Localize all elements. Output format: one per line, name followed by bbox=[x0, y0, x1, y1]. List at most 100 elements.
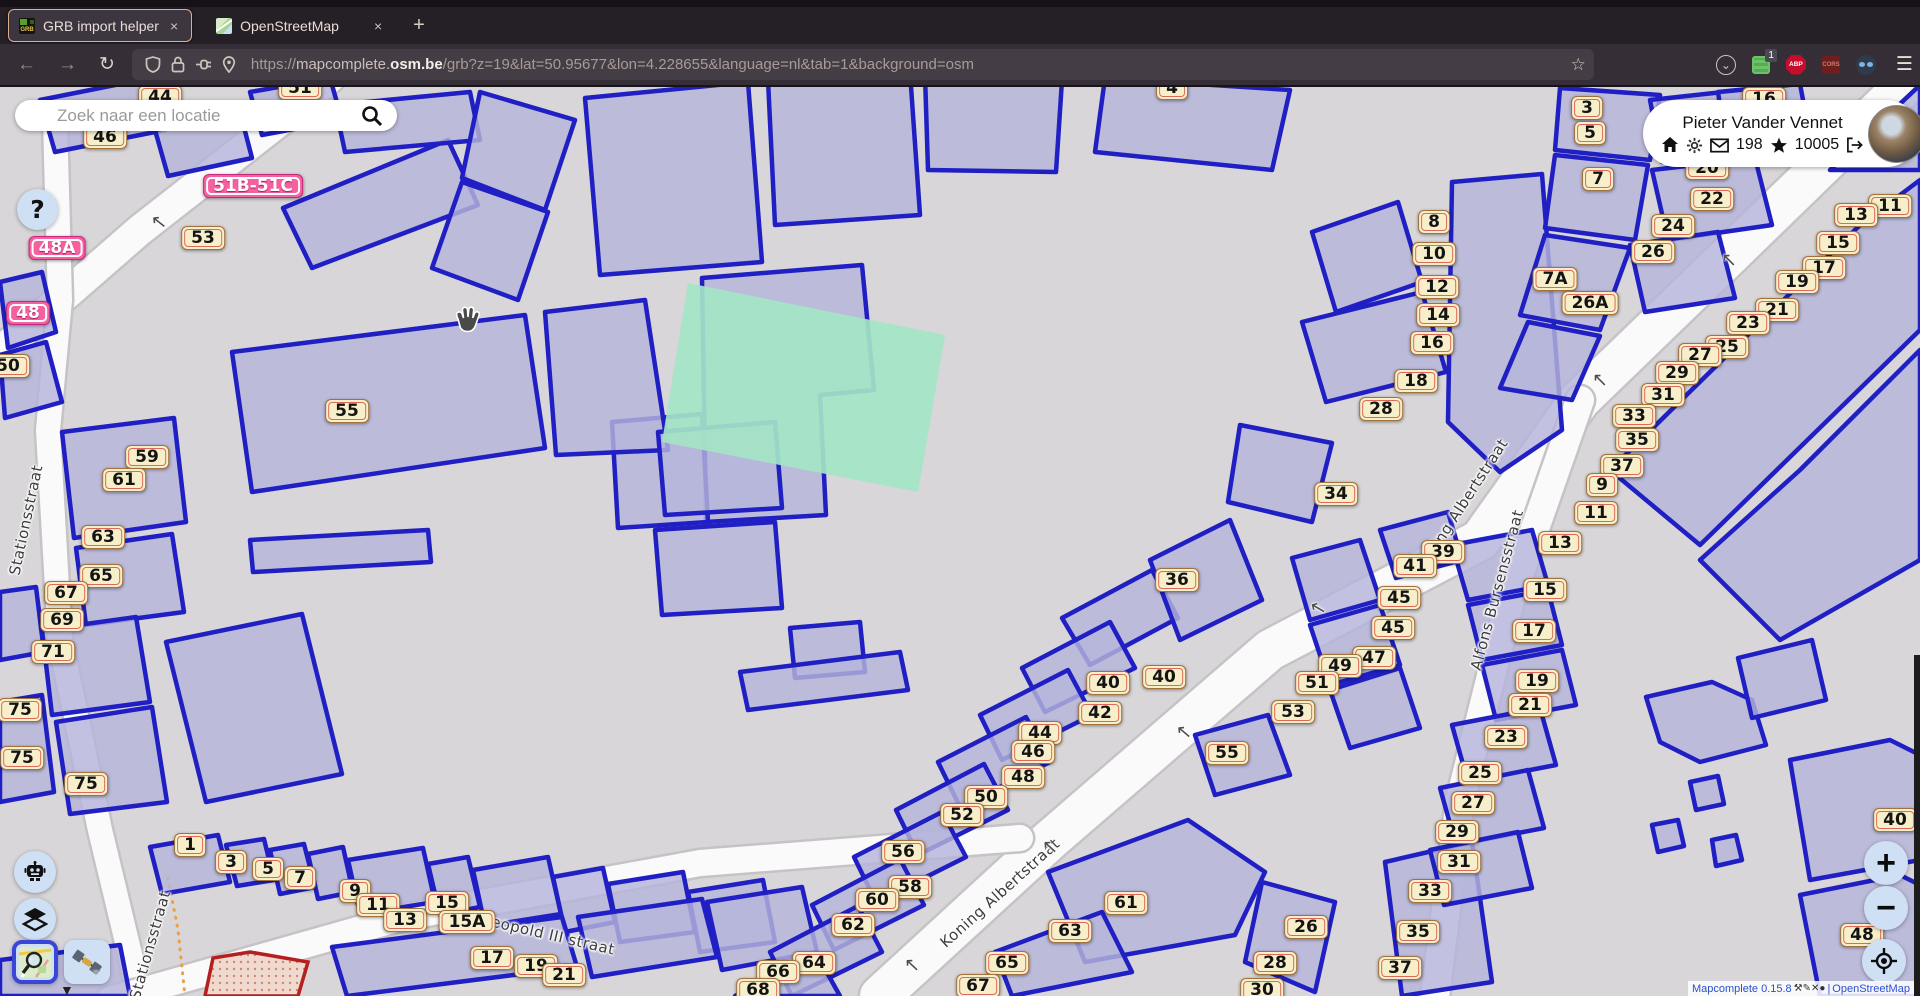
housenumber-badge[interactable]: 17 bbox=[1512, 619, 1556, 643]
housenumber-badge[interactable]: 21 bbox=[1508, 693, 1552, 717]
attribution-app-link[interactable]: Mapcomplete 0.15.8 bbox=[1692, 983, 1792, 995]
osm-carto-style-button[interactable] bbox=[12, 940, 58, 984]
housenumber-badge[interactable]: 35 bbox=[1396, 920, 1440, 944]
map-canvas[interactable]: Koning AlbertstraatKoning AlbertstraatAl… bbox=[0, 0, 1920, 996]
housenumber-badge[interactable]: 34 bbox=[1314, 482, 1358, 506]
housenumber-badge[interactable]: 24 bbox=[1651, 214, 1695, 238]
building-outline[interactable] bbox=[56, 707, 167, 814]
housenumber-badge[interactable]: 59 bbox=[125, 445, 169, 469]
housenumber-badge[interactable]: 26A bbox=[1562, 291, 1619, 315]
building-outline[interactable] bbox=[1228, 425, 1332, 522]
padlock-icon[interactable] bbox=[171, 56, 185, 73]
housenumber-badge[interactable]: 48A bbox=[29, 236, 86, 260]
building-outline[interactable] bbox=[768, 72, 920, 225]
housenumber-badge[interactable]: 3 bbox=[215, 850, 247, 874]
tab-close-icon[interactable]: × bbox=[371, 18, 385, 34]
building-outline[interactable] bbox=[925, 75, 1062, 172]
attribution-icons[interactable]: ⚒✎✕● bbox=[1794, 983, 1826, 994]
attribution-osm-link[interactable]: OpenStreetMap bbox=[1832, 983, 1910, 995]
housenumber-badge[interactable]: 67 bbox=[956, 974, 1000, 996]
building-outline[interactable] bbox=[250, 530, 431, 572]
housenumber-badge[interactable]: 53 bbox=[1271, 700, 1315, 724]
housenumber-badge[interactable]: 62 bbox=[831, 913, 875, 937]
housenumber-badge[interactable]: 17 bbox=[470, 946, 514, 970]
housenumber-badge[interactable]: 13 bbox=[1538, 531, 1582, 555]
housenumber-badge[interactable]: 11 bbox=[1574, 501, 1618, 525]
building-outline[interactable] bbox=[585, 82, 762, 275]
housenumber-badge[interactable]: 35 bbox=[1615, 428, 1659, 452]
housenumber-badge[interactable]: 16 bbox=[1410, 331, 1454, 355]
housenumber-badge[interactable]: 10 bbox=[1412, 242, 1456, 266]
housenumber-badge[interactable]: 26 bbox=[1631, 240, 1675, 264]
grb-diff-building[interactable] bbox=[205, 952, 308, 996]
building-outline[interactable] bbox=[232, 315, 545, 492]
housenumber-badge[interactable]: 28 bbox=[1359, 397, 1403, 421]
building-outline[interactable] bbox=[1095, 78, 1290, 170]
housenumber-badge[interactable]: 25 bbox=[1458, 761, 1502, 785]
building-outline[interactable] bbox=[1738, 640, 1826, 718]
housenumber-badge[interactable]: 13 bbox=[383, 908, 427, 932]
housenumber-badge[interactable]: 52 bbox=[940, 803, 984, 827]
building-outline[interactable] bbox=[1690, 776, 1724, 810]
url-bar[interactable]: https://mapcomplete.osm.be/grb?z=19&lat=… bbox=[132, 49, 1594, 80]
building-outline[interactable] bbox=[1652, 820, 1684, 852]
tracking-shield-icon[interactable] bbox=[145, 56, 161, 73]
background-layers-button[interactable] bbox=[14, 898, 56, 940]
housenumber-badge[interactable]: 21 bbox=[542, 963, 586, 987]
housenumber-badge[interactable]: 48 bbox=[6, 301, 50, 325]
housenumber-badge[interactable]: 69 bbox=[40, 608, 84, 632]
housenumber-badge[interactable]: 7 bbox=[284, 866, 316, 890]
housenumber-badge[interactable]: 67 bbox=[44, 581, 88, 605]
housenumber-badge[interactable]: 61 bbox=[1104, 891, 1148, 915]
hamburger-menu-icon[interactable]: ☰ bbox=[1896, 53, 1912, 76]
housenumber-badge[interactable]: 46 bbox=[1011, 740, 1055, 764]
housenumber-badge[interactable]: 56 bbox=[881, 840, 925, 864]
aerial-style-button[interactable] bbox=[64, 940, 110, 984]
building-outline[interactable] bbox=[545, 300, 668, 455]
changesets-count[interactable]: 10005 bbox=[1795, 136, 1840, 154]
changesets-star-icon[interactable] bbox=[1770, 137, 1788, 154]
forward-button[interactable]: → bbox=[49, 52, 86, 78]
housenumber-badge[interactable]: 12 bbox=[1415, 275, 1459, 299]
housenumber-badge[interactable]: 13 bbox=[1834, 203, 1878, 227]
reload-button[interactable]: ↻ bbox=[90, 51, 124, 78]
housenumber-badge[interactable]: 75 bbox=[0, 698, 42, 722]
logout-icon[interactable] bbox=[1846, 137, 1864, 153]
housenumber-badge[interactable]: 42 bbox=[1078, 701, 1122, 725]
housenumber-badge[interactable]: 23 bbox=[1726, 311, 1770, 335]
housenumber-badge[interactable]: 14 bbox=[1416, 303, 1460, 327]
housenumber-badge[interactable]: 15 bbox=[1816, 231, 1860, 255]
building-outline[interactable] bbox=[1712, 835, 1742, 866]
tab-close-icon[interactable]: × bbox=[167, 18, 181, 34]
housenumber-badge[interactable]: 40 bbox=[1142, 665, 1186, 689]
permissions-plug-icon[interactable] bbox=[195, 58, 212, 71]
housenumber-badge[interactable]: 27 bbox=[1451, 791, 1495, 815]
housenumber-badge[interactable]: 51 bbox=[1295, 671, 1339, 695]
bookmark-star-icon[interactable]: ☆ bbox=[1571, 55, 1586, 75]
location-search[interactable] bbox=[15, 100, 397, 131]
extension-green-icon[interactable]: 1 bbox=[1752, 56, 1770, 74]
housenumber-badge[interactable]: 55 bbox=[1205, 741, 1249, 765]
housenumber-badge[interactable]: 33 bbox=[1408, 879, 1452, 903]
messages-count[interactable]: 198 bbox=[1736, 136, 1763, 154]
building-outline[interactable] bbox=[740, 652, 908, 710]
housenumber-badge[interactable]: 15 bbox=[1523, 578, 1567, 602]
housenumber-badge[interactable]: 3 bbox=[1571, 96, 1603, 120]
housenumber-badge[interactable]: 45 bbox=[1371, 616, 1415, 640]
housenumber-badge[interactable]: 55 bbox=[325, 399, 369, 423]
home-icon[interactable] bbox=[1661, 136, 1679, 154]
housenumber-badge[interactable]: 7 bbox=[1582, 167, 1614, 191]
housenumber-badge[interactable]: 37 bbox=[1378, 956, 1422, 980]
housenumber-badge[interactable]: 28 bbox=[1253, 951, 1297, 975]
housenumber-badge[interactable]: 36 bbox=[1155, 568, 1199, 592]
housenumber-badge[interactable]: 50 bbox=[0, 354, 30, 378]
privacy-mask-extension-icon[interactable] bbox=[1856, 55, 1876, 75]
housenumber-badge[interactable]: 7A bbox=[1533, 267, 1578, 291]
tab-openstreetmap[interactable]: OpenStreetMap × bbox=[206, 9, 395, 42]
housenumber-badge[interactable]: 68 bbox=[736, 978, 780, 996]
housenumber-badge[interactable]: 75 bbox=[64, 772, 108, 796]
housenumber-badge[interactable]: 48 bbox=[1001, 765, 1045, 789]
housenumber-badge[interactable]: 60 bbox=[855, 888, 899, 912]
housenumber-badge[interactable]: 45 bbox=[1377, 586, 1421, 610]
housenumber-badge[interactable]: 5 bbox=[252, 857, 284, 881]
